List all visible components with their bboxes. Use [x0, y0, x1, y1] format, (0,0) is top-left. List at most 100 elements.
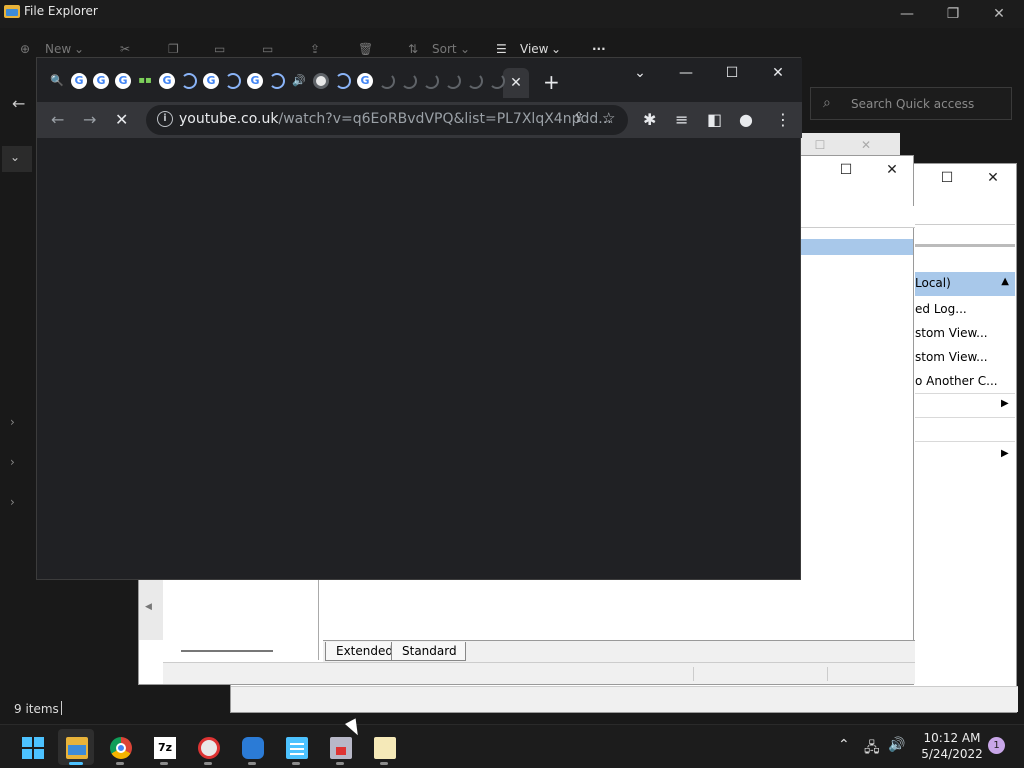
submenu-arrow-icon[interactable]: ▶ — [1001, 448, 1009, 459]
taskbar-7zip[interactable]: 7z — [146, 729, 182, 765]
view-button[interactable]: View — [520, 42, 548, 56]
minimize-button[interactable]: — — [663, 58, 709, 88]
active-tab[interactable]: ✕ — [503, 68, 529, 98]
new-tab-button[interactable]: + — [543, 70, 560, 94]
address-bar[interactable]: i youtube.co.uk/watch?v=q6EoRBvdVPQ&list… — [146, 105, 628, 135]
media-control-icon[interactable]: ≡ — [675, 110, 688, 129]
taskbar-paint[interactable] — [190, 729, 226, 765]
browser-tab-favicon[interactable]: G — [357, 73, 373, 89]
browser-tab-favicon[interactable] — [379, 73, 395, 89]
profile-icon[interactable]: ● — [739, 110, 753, 129]
collapse-icon[interactable]: ▲ — [1001, 276, 1009, 287]
new-button[interactable]: New — [45, 42, 71, 56]
browser-tab-favicon[interactable] — [489, 73, 505, 89]
browser-tab-favicon[interactable] — [335, 73, 351, 89]
copy-icon[interactable]: ❐ — [168, 42, 179, 56]
chevron-right-icon[interactable]: › — [10, 415, 15, 429]
selected-tree-row[interactable] — [801, 239, 913, 255]
browser-tab-favicon[interactable] — [313, 73, 329, 89]
notes-icon — [374, 737, 396, 759]
notification-badge[interactable]: 1 — [988, 737, 1005, 754]
back-arrow-icon[interactable]: ← — [12, 94, 25, 113]
action-item[interactable]: stom View... — [915, 346, 1015, 370]
more-options-button[interactable]: ··· — [592, 42, 606, 56]
action-item[interactable]: ed Log... — [915, 298, 1015, 322]
close-button[interactable]: ✕ — [755, 58, 801, 88]
action-item[interactable]: stom View... — [915, 322, 1015, 346]
paint-icon — [198, 737, 220, 759]
delete-icon[interactable]: 🗑 — [358, 42, 373, 56]
share-icon[interactable]: ⇪ — [310, 42, 320, 56]
browser-tab-favicon[interactable] — [225, 73, 241, 89]
start-button[interactable] — [14, 729, 50, 765]
share-icon[interactable]: ⇪ — [573, 110, 585, 126]
close-button[interactable]: ✕ — [846, 133, 886, 157]
menu-kebab-icon[interactable]: ⋮ — [775, 110, 791, 129]
forward-button[interactable]: → — [83, 110, 96, 129]
back-button[interactable]: ← — [51, 110, 64, 129]
search-input[interactable]: ⌕ Search Quick access — [810, 87, 1012, 120]
browser-tab-favicon[interactable] — [269, 73, 285, 89]
bookmark-star-icon[interactable]: ☆ — [602, 109, 615, 127]
close-tab-button[interactable]: ✕ — [510, 75, 522, 91]
taskbar-app-blue[interactable] — [234, 729, 270, 765]
chevron-right-icon[interactable]: › — [10, 455, 15, 469]
stop-loading-button[interactable]: ✕ — [115, 110, 128, 129]
volume-icon[interactable]: 🔊 — [888, 737, 905, 753]
tab-standard[interactable]: Standard — [391, 642, 466, 661]
rename-icon[interactable]: ▭ — [262, 42, 273, 56]
browser-tab-favicon[interactable]: G — [93, 73, 109, 89]
chrome-icon — [110, 737, 132, 759]
browser-tab-favicon[interactable] — [423, 73, 439, 89]
browser-tab-favicon[interactable]: 🔍 — [49, 73, 65, 89]
maximize-button[interactable]: ☐ — [924, 164, 970, 192]
search-placeholder: Search Quick access — [851, 97, 975, 111]
cut-icon[interactable]: ✂ — [120, 42, 130, 56]
tab-search-button[interactable]: ⌄ — [617, 58, 663, 88]
browser-tab-favicon[interactable]: G — [159, 73, 175, 89]
browser-tab-favicon[interactable]: ▪▪ — [137, 73, 153, 89]
close-button[interactable]: ✕ — [976, 0, 1022, 28]
browser-tab-favicon[interactable]: G — [71, 73, 87, 89]
url-host: youtube.co.uk — [179, 111, 279, 127]
horizontal-scrollbar[interactable] — [181, 650, 273, 652]
maximize-button[interactable]: ☐ — [800, 133, 840, 157]
browser-tab-favicon[interactable] — [401, 73, 417, 89]
taskbar-notepad[interactable] — [278, 729, 314, 765]
quick-access-expander[interactable]: ⌄ — [2, 146, 32, 172]
maximize-button[interactable]: ❐ — [930, 0, 976, 28]
network-icon[interactable]: 🖧 — [864, 737, 880, 761]
browser-tab-favicon[interactable] — [445, 73, 461, 89]
taskbar-file-explorer[interactable] — [58, 729, 94, 765]
submenu-arrow-icon[interactable]: ▶ — [1001, 398, 1009, 409]
taskbar-chrome[interactable] — [102, 729, 138, 765]
chevron-right-icon[interactable]: › — [10, 495, 15, 509]
sort-button[interactable]: Sort — [432, 42, 457, 56]
document-icon — [330, 737, 352, 759]
side-panel-icon[interactable]: ◧ — [707, 110, 722, 129]
show-hidden-icons-chevron-icon[interactable]: ⌃ — [838, 737, 850, 753]
browser-tab-favicon[interactable]: G — [247, 73, 263, 89]
browser-tab-favicon[interactable]: 🔊 — [291, 73, 307, 89]
minimize-button[interactable]: — — [884, 0, 930, 28]
maximize-button[interactable]: ☐ — [823, 156, 869, 184]
browser-tab-favicon[interactable]: G — [115, 73, 131, 89]
paste-icon[interactable]: ▭ — [214, 42, 225, 56]
browser-tab-favicon[interactable] — [467, 73, 483, 89]
system-clock[interactable]: 10:12 AM 5/24/2022 — [916, 730, 988, 762]
hidden-window-caption: ☐ ✕ — [800, 133, 900, 157]
url-text[interactable]: youtube.co.uk/watch?v=q6EoRBvdVPQ&list=P… — [179, 111, 612, 127]
scroll-left-arrow[interactable]: ◀ — [139, 580, 163, 640]
close-button[interactable]: ✕ — [869, 156, 915, 184]
close-button[interactable]: ✕ — [970, 164, 1016, 192]
site-info-icon[interactable]: i — [157, 111, 173, 127]
extensions-icon[interactable]: ✱ — [643, 110, 656, 129]
browser-tab-favicon[interactable]: G — [203, 73, 219, 89]
chrome-toolbar: ← → ✕ i youtube.co.uk/watch?v=q6EoRBvdVP… — [37, 102, 802, 138]
chevron-down-icon: ⌄ — [551, 42, 562, 56]
action-item[interactable]: o Another C... — [915, 370, 1015, 394]
maximize-button[interactable]: ☐ — [709, 58, 755, 88]
taskbar-notes[interactable] — [366, 729, 402, 765]
browser-tab-favicon[interactable] — [181, 73, 197, 89]
actions-header[interactable]: Local) ▲ — [915, 272, 1015, 296]
